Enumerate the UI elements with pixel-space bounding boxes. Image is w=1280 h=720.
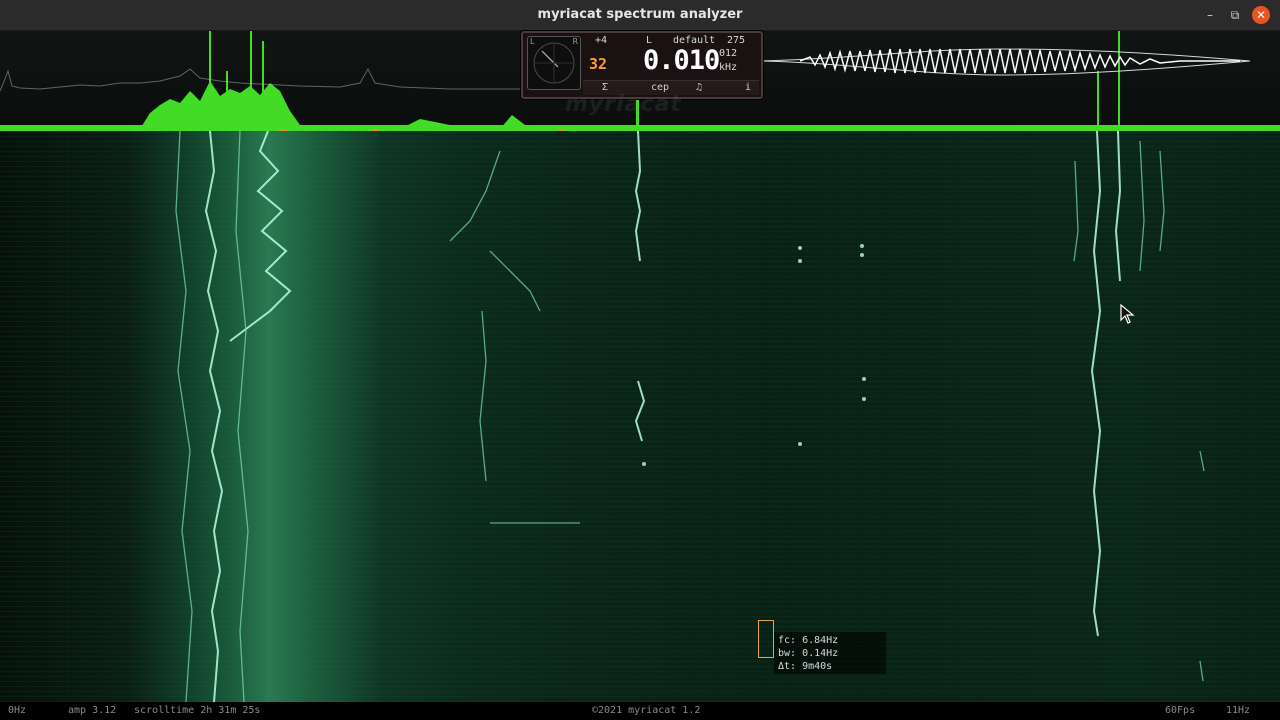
- note-icon[interactable]: ♫: [691, 81, 707, 95]
- waterfall-display[interactable]: [0, 131, 1280, 702]
- status-min-frequency: 0Hz: [8, 705, 27, 716]
- status-copyright: ©2021 myriacat 1.2: [592, 705, 701, 716]
- center-frequency: fc: 6.84Hz: [778, 635, 839, 646]
- bandwidth: bw: 0.14Hz: [778, 648, 839, 659]
- minimize-button[interactable]: –: [1201, 6, 1219, 24]
- stereo-scope[interactable]: L R: [527, 36, 581, 90]
- status-bar: 0Hz amp 3.12 scrolltime 2h 31m 25s ©2021…: [0, 702, 1280, 720]
- control-panel: L R +4 L default 275 32 0.010 012 kHz Σ …: [521, 31, 763, 99]
- selection-bracket[interactable]: [758, 620, 774, 658]
- title-bar: myriacat spectrum analyzer – ⧉ ✕: [0, 0, 1280, 31]
- scope-left-label: L: [530, 37, 535, 46]
- scope-right-label: R: [572, 37, 578, 46]
- db-readout: 32: [589, 55, 608, 73]
- status-fps: 60Fps: [1165, 705, 1196, 716]
- maximize-button[interactable]: ⧉: [1226, 6, 1244, 24]
- watermark-logo: myriacat: [565, 92, 682, 117]
- time-delta: Δt: 9m40s: [778, 661, 833, 672]
- mouse-cursor-icon: [1120, 303, 1136, 328]
- info-button[interactable]: i: [741, 81, 755, 95]
- frequency-readout: 0.010: [643, 45, 720, 76]
- gain-label[interactable]: +4: [595, 35, 607, 46]
- frequency-sub-digits: 012: [719, 48, 738, 59]
- status-max-frequency: 11Hz: [1226, 705, 1251, 716]
- preset-value: 275: [727, 35, 746, 46]
- waterfall-traces: [175, 131, 1205, 702]
- frequency-unit: kHz: [719, 62, 738, 73]
- selection-info-box[interactable]: fc: 6.84Hz bw: 0.14Hz Δt: 9m40s: [758, 620, 886, 674]
- status-scrolltime[interactable]: scrolltime 2h 31m 25s: [134, 705, 260, 716]
- status-amp[interactable]: amp 3.12: [68, 705, 116, 716]
- window-title: myriacat spectrum analyzer: [537, 7, 743, 22]
- close-button[interactable]: ✕: [1252, 6, 1270, 24]
